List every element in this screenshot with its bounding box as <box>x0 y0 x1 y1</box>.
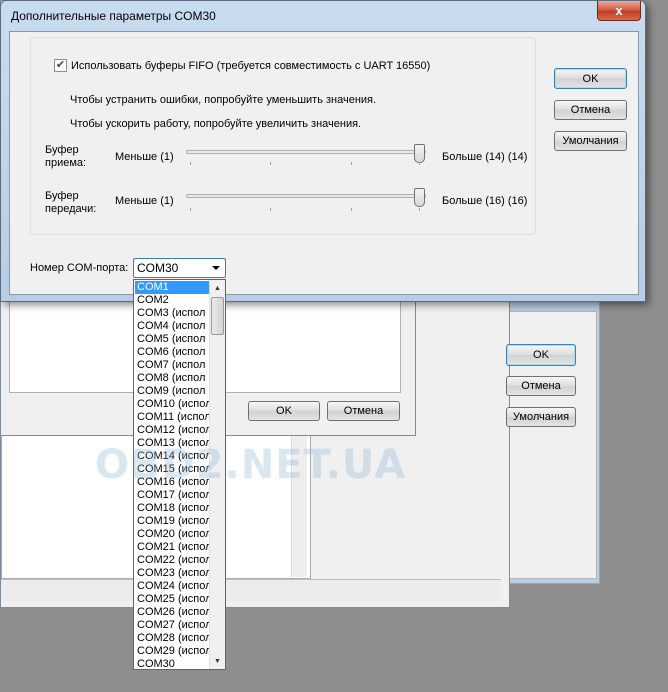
transmit-max-label: Больше (16) (16) <box>442 195 528 207</box>
dropdown-option[interactable]: COM18 (испол <box>135 502 210 515</box>
scroll-up-icon[interactable]: ▲ <box>210 280 225 296</box>
hint-speed-text: Чтобы ускорить работу, попробуйте увелич… <box>70 118 362 130</box>
receive-buffer-label: Буфер приема: <box>45 144 86 170</box>
port-dropdown-list[interactable]: COM1 COM2 COM3 (испол COM4 (испол COM5 (испо… <box>133 279 226 670</box>
dropdown-option[interactable]: COM2 <box>135 294 210 307</box>
fifo-checkbox-label: Использовать буферы FIFO (требуется совм… <box>71 59 431 72</box>
transmit-buffer-label-line2: передачи: <box>45 203 97 215</box>
transmit-min-label: Меньше (1) <box>115 195 174 207</box>
receive-tick <box>190 162 191 165</box>
dropdown-option[interactable]: COM24 (испол <box>135 580 210 593</box>
background-list-scrollbar[interactable] <box>291 431 307 577</box>
dropdown-scrollbar[interactable]: ▲ ▼ <box>209 280 225 669</box>
dropdown-option[interactable]: COM14 (испол <box>135 450 210 463</box>
close-icon: x <box>615 3 623 18</box>
scroll-down-icon[interactable]: ▼ <box>210 653 225 669</box>
receive-tick <box>270 162 271 165</box>
dropdown-option[interactable]: COM10 (испол <box>135 398 210 411</box>
close-button[interactable]: x <box>597 1 641 21</box>
transmit-tick <box>270 208 271 211</box>
dialog-title: Дополнительные параметры COM30 <box>11 9 216 23</box>
dropdown-scroll-thumb[interactable] <box>211 297 224 335</box>
dropdown-option[interactable]: COM30 <box>135 658 210 669</box>
dropdown-option[interactable]: COM19 (испол <box>135 515 210 528</box>
dropdown-option[interactable]: COM22 (испол <box>135 554 210 567</box>
dropdown-option[interactable]: COM6 (испол <box>135 346 210 359</box>
dropdown-option[interactable]: COM27 (испол <box>135 619 210 632</box>
transmit-buffer-label: Буфер передачи: <box>45 190 96 216</box>
receive-buffer-slider-thumb[interactable] <box>414 144 425 163</box>
fifo-checkbox-row[interactable]: ✔ Использовать буферы FIFO (требуется со… <box>51 59 434 72</box>
background-cancel-button[interactable]: Отмена <box>327 401 400 421</box>
transmit-buffer-slider-track[interactable] <box>186 194 426 198</box>
receive-max-label: Больше (14) (14) <box>442 151 528 163</box>
dropdown-option[interactable]: COM8 (испол <box>135 372 210 385</box>
transmit-tick <box>190 208 191 211</box>
fifo-checkbox[interactable]: ✔ <box>54 59 67 72</box>
port-select[interactable]: COM30 <box>133 258 226 278</box>
receive-buffer-label-line2: приема: <box>45 157 87 169</box>
transmit-tick <box>419 208 420 211</box>
cancel-button[interactable]: Отмена <box>554 100 627 120</box>
dropdown-option[interactable]: COM7 (испол <box>135 359 210 372</box>
background-defaults-button-2[interactable]: Умолчания <box>506 407 576 427</box>
port-select-value: COM30 <box>137 261 179 275</box>
dropdown-option[interactable]: COM21 (испол <box>135 541 210 554</box>
dropdown-option[interactable]: COM17 (испол <box>135 489 210 502</box>
defaults-button[interactable]: Умолчания <box>554 131 627 151</box>
receive-min-label: Меньше (1) <box>115 151 174 163</box>
transmit-tick <box>351 208 352 211</box>
dropdown-option[interactable]: COM3 (испол <box>135 307 210 320</box>
dropdown-option[interactable]: COM25 (испол <box>135 593 210 606</box>
receive-tick <box>419 162 420 165</box>
background-ok-button-2[interactable]: OK <box>506 344 576 366</box>
background-ok-button[interactable]: OK <box>248 401 320 421</box>
dropdown-option[interactable]: COM29 (испол <box>135 645 210 658</box>
receive-tick <box>351 162 352 165</box>
dropdown-option[interactable]: COM13 (испол <box>135 437 210 450</box>
background-cancel-button-2[interactable]: Отмена <box>506 376 576 396</box>
hint-errors-text: Чтобы устранить ошибки, попробуйте умень… <box>70 94 377 106</box>
ok-button[interactable]: OK <box>554 68 627 89</box>
receive-buffer-label-line1: Буфер <box>45 144 79 156</box>
dropdown-option[interactable]: COM11 (испол <box>135 411 210 424</box>
dropdown-option[interactable]: COM28 (испол <box>135 632 210 645</box>
dropdown-option[interactable]: COM16 (испол <box>135 476 210 489</box>
dropdown-option[interactable]: COM26 (испол <box>135 606 210 619</box>
checkmark-icon: ✔ <box>55 59 66 71</box>
chevron-down-icon[interactable] <box>212 266 220 270</box>
dropdown-option[interactable]: COM9 (испол <box>135 385 210 398</box>
receive-buffer-slider-track[interactable] <box>186 150 426 154</box>
dropdown-option[interactable]: COM23 (испол <box>135 567 210 580</box>
background-status-bar <box>1 579 501 601</box>
dropdown-option[interactable]: COM20 (испол <box>135 528 210 541</box>
dropdown-option[interactable]: COM5 (испол <box>135 333 210 346</box>
transmit-buffer-slider-thumb[interactable] <box>414 188 425 207</box>
transmit-buffer-label-line1: Буфер <box>45 190 79 202</box>
dropdown-option[interactable]: COM15 (испол <box>135 463 210 476</box>
dropdown-option[interactable]: COM12 (испол <box>135 424 210 437</box>
dropdown-option[interactable]: COM4 (испол <box>135 320 210 333</box>
port-number-label: Номер COM-порта: <box>30 262 129 274</box>
dropdown-option[interactable]: COM1 <box>135 281 210 294</box>
